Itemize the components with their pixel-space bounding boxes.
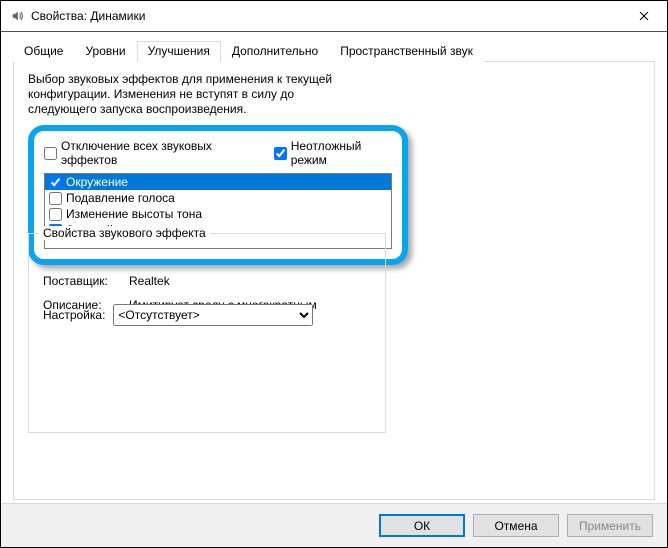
- tab-content: Выбор звуковых эффектов для применения к…: [13, 62, 655, 500]
- setting-select[interactable]: <Отсутствует>: [113, 304, 313, 326]
- tab-general[interactable]: Общие: [13, 41, 74, 62]
- immediate-mode-input[interactable]: [274, 147, 287, 160]
- setting-key: Настройка:: [43, 308, 105, 322]
- effect-check-pitch-shift[interactable]: [49, 208, 62, 221]
- top-checkboxes: Отключение всех звуковых эффектов Неотло…: [44, 139, 392, 167]
- tab-levels[interactable]: Уровни: [74, 41, 136, 62]
- provider-value: Realtek: [129, 274, 371, 288]
- tab-bar: Общие Уровни Улучшения Дополнительно Про…: [13, 40, 655, 62]
- immediate-mode-checkbox[interactable]: Неотложный режим: [274, 139, 392, 167]
- effect-label: Подавление голоса: [66, 191, 175, 205]
- disable-all-effects-input[interactable]: [44, 147, 57, 160]
- titlebar: Свойства: Динамики: [1, 1, 667, 32]
- provider-key: Поставщик:: [43, 274, 123, 288]
- properties-dialog: Свойства: Динамики Общие Уровни Улучшени…: [0, 0, 668, 548]
- apply-button[interactable]: Применить: [567, 514, 653, 537]
- window-title: Свойства: Динамики: [31, 9, 621, 23]
- close-icon: [639, 11, 649, 21]
- effect-item-voice-suppression[interactable]: Подавление голоса: [45, 190, 391, 206]
- effect-label: Изменение высоты тона: [66, 207, 202, 221]
- ok-button[interactable]: ОК: [379, 514, 465, 537]
- group-legend: Свойства звукового эффекта: [39, 226, 210, 240]
- setting-row: Настройка: <Отсутствует>: [43, 304, 313, 326]
- cancel-button[interactable]: Отмена: [473, 514, 559, 537]
- effect-item-environment[interactable]: Окружение: [45, 174, 391, 190]
- speaker-icon: [9, 8, 25, 24]
- effect-properties-group: Свойства звукового эффекта Поставщик: Re…: [28, 233, 386, 433]
- tab-advanced[interactable]: Дополнительно: [221, 41, 329, 62]
- effect-check-voice-suppression[interactable]: [49, 192, 62, 205]
- effect-item-pitch-shift[interactable]: Изменение высоты тона: [45, 206, 391, 222]
- dialog-body: Общие Уровни Улучшения Дополнительно Про…: [1, 32, 667, 500]
- immediate-mode-label: Неотложный режим: [291, 139, 392, 167]
- tab-spatial[interactable]: Пространственный звук: [329, 41, 484, 62]
- effect-check-environment[interactable]: [49, 176, 62, 189]
- effect-label: Окружение: [66, 175, 128, 189]
- disable-all-effects-checkbox[interactable]: Отключение всех звуковых эффектов: [44, 139, 256, 167]
- dialog-footer: ОК Отмена Применить: [1, 503, 667, 547]
- tab-enhancements[interactable]: Улучшения: [137, 41, 221, 62]
- close-button[interactable]: [621, 1, 667, 32]
- intro-text: Выбор звуковых эффектов для применения к…: [28, 72, 358, 117]
- disable-all-effects-label: Отключение всех звуковых эффектов: [61, 139, 256, 167]
